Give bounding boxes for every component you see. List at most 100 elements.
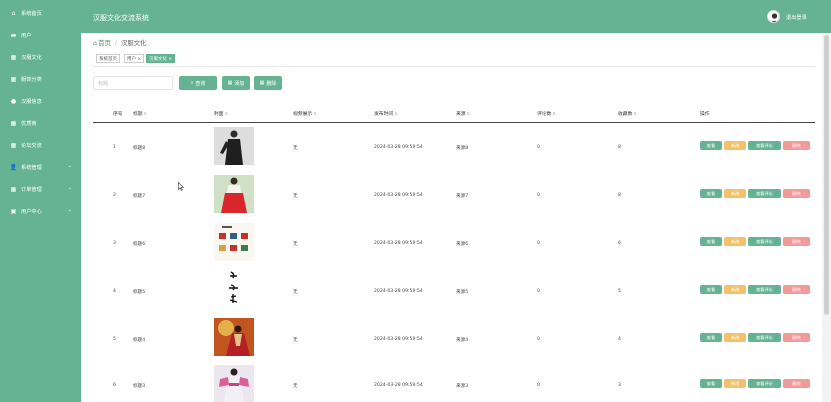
divider [93,66,815,67]
delete-row-button[interactable]: 删除 [783,379,810,388]
sidebar-item-forum[interactable]: ▦ 论坛交流 [0,136,81,154]
sort-icon: ⇅ [466,111,470,116]
cell-comments: 0 [537,383,540,388]
user-icon: ▬ [10,31,17,39]
col-header-actions: 操作 [700,112,710,117]
sidebar-item-category[interactable]: ▦ 服饰分类 [0,70,81,88]
edit-button[interactable]: 修改 [724,189,746,198]
col-header-source[interactable]: 来源⇅ [456,110,470,117]
sidebar-item-label: 论坛交流 [21,142,42,149]
view-button[interactable]: 查看 [700,333,722,342]
chevron-down-icon: ⌄ [67,163,72,169]
sidebar-item-user-center[interactable]: ▣ 用户中心 ⌄ [0,202,81,220]
delete-row-button[interactable]: 删除 [783,285,810,294]
row-actions: 查看 修改 查看评论 删除 [700,285,810,294]
cell-comments: 0 [537,145,540,150]
view-button[interactable]: 查看 [700,141,722,150]
cell-time: 2024-03-28 09:59:54 [374,337,423,342]
col-header-comments[interactable]: 评论数⇅ [537,110,556,117]
edit-button[interactable]: 修改 [724,285,746,294]
edit-button[interactable]: 修改 [724,379,746,388]
delete-button[interactable]: ▦ 删除 [254,76,282,90]
logout-link[interactable]: 退出登录 [786,14,807,21]
cell-comments: 0 [537,193,540,198]
delete-row-button[interactable]: 删除 [783,189,810,198]
cell-time: 2024-03-28 09:59:54 [374,241,423,246]
col-header-time[interactable]: 发布时间⇅ [374,110,398,117]
col-header-favorites[interactable]: 收藏数⇅ [618,110,637,117]
grid-icon: ▦ [10,141,17,149]
cell-title: 标题4 [133,338,146,343]
sort-icon: ⇅ [633,111,637,116]
scrollbar-thumb[interactable] [824,35,829,315]
cell-source: 来源7 [456,194,469,199]
delete-icon: ▦ [259,80,265,86]
cell-source: 来源6 [456,242,469,247]
cell-index: 5 [113,337,116,342]
title-search-input[interactable]: 标题 [93,76,173,90]
view-comments-button[interactable]: 查看评论 [748,237,781,246]
row-actions: 查看 修改 查看评论 删除 [700,379,810,388]
sidebar: ⌂ 系统首页 ▬ 用户 ▦ 汉服文化 ▦ 服饰分类 ● 汉服信息 ▦ 优质商 ▦… [0,0,81,402]
delete-row-button[interactable]: 删除 [783,237,810,246]
view-comments-button[interactable]: 查看评论 [748,333,781,342]
view-button[interactable]: 查看 [700,379,722,388]
cell-index: 3 [113,241,116,246]
search-button-label: 查询 [195,80,206,87]
cell-index: 6 [113,383,116,388]
mouse-cursor-icon [178,182,184,191]
cell-favorites: 8 [618,193,621,198]
cell-source: 来源3 [456,384,469,389]
edit-button[interactable]: 修改 [724,141,746,150]
sidebar-item-merchant[interactable]: ▦ 优质商 [0,114,81,132]
sidebar-item-system[interactable]: 👤 系统管理 ⌄ [0,158,81,176]
delete-row-button[interactable]: 删除 [783,333,810,342]
col-header-video[interactable]: 视频展示⇅ [293,110,317,117]
app-title: 汉服文化交流系统 [93,14,149,22]
grid-icon: ▦ [10,185,17,193]
sidebar-item-label: 服饰分类 [21,76,42,83]
cell-index: 1 [113,145,116,150]
avatar[interactable] [767,10,780,23]
view-comments-button[interactable]: 查看评论 [748,379,781,388]
sort-icon: ⇅ [552,111,556,116]
sidebar-item-label: 系统管理 [21,164,42,171]
view-button[interactable]: 查看 [700,237,722,246]
sidebar-item-culture[interactable]: ▦ 汉服文化 [0,48,81,66]
col-header-cover[interactable]: 封面⇅ [214,110,228,117]
col-header-title[interactable]: 标题⇅ [133,110,147,117]
breadcrumb-separator: / [114,38,117,47]
cell-video: 无 [293,194,298,199]
search-button[interactable]: ⌕ 查询 [179,76,217,90]
cover-image [214,175,254,213]
edit-button[interactable]: 修改 [724,333,746,342]
view-button[interactable]: 查看 [700,285,722,294]
delete-row-button[interactable]: 删除 [783,141,810,150]
tab-home[interactable]: 系统首页 [96,54,120,63]
breadcrumb-home[interactable]: 首页 [98,38,111,47]
view-comments-button[interactable]: 查看评论 [748,285,781,294]
tab-users[interactable]: 用户 × [124,54,145,63]
cell-source: 来源8 [456,146,469,151]
cell-video: 无 [293,338,298,343]
cell-favorites: 5 [618,289,621,294]
cell-title: 标题7 [133,194,146,199]
cell-title: 标题8 [133,146,146,151]
col-header-index: 序号 [113,112,123,117]
cell-comments: 0 [537,241,540,246]
sort-icon: ⇅ [224,111,228,116]
tab-culture[interactable]: 汉服文化 × [146,54,176,63]
view-comments-button[interactable]: 查看评论 [748,141,781,150]
view-button[interactable]: 查看 [700,189,722,198]
add-button-label: 添加 [234,80,245,87]
row-actions: 查看 修改 查看评论 删除 [700,189,810,198]
sort-icon: ⇅ [143,111,147,116]
sidebar-item-home[interactable]: ⌂ 系统首页 [0,4,81,22]
edit-button[interactable]: 修改 [724,237,746,246]
page-scrollbar[interactable] [822,33,831,402]
sidebar-item-info[interactable]: ● 汉服信息 [0,92,81,110]
view-comments-button[interactable]: 查看评论 [748,189,781,198]
sidebar-item-orders[interactable]: ▦ 订单管理 ⌄ [0,180,81,198]
sidebar-item-users[interactable]: ▬ 用户 [0,26,81,44]
add-button[interactable]: ▦ 添加 [222,76,250,90]
